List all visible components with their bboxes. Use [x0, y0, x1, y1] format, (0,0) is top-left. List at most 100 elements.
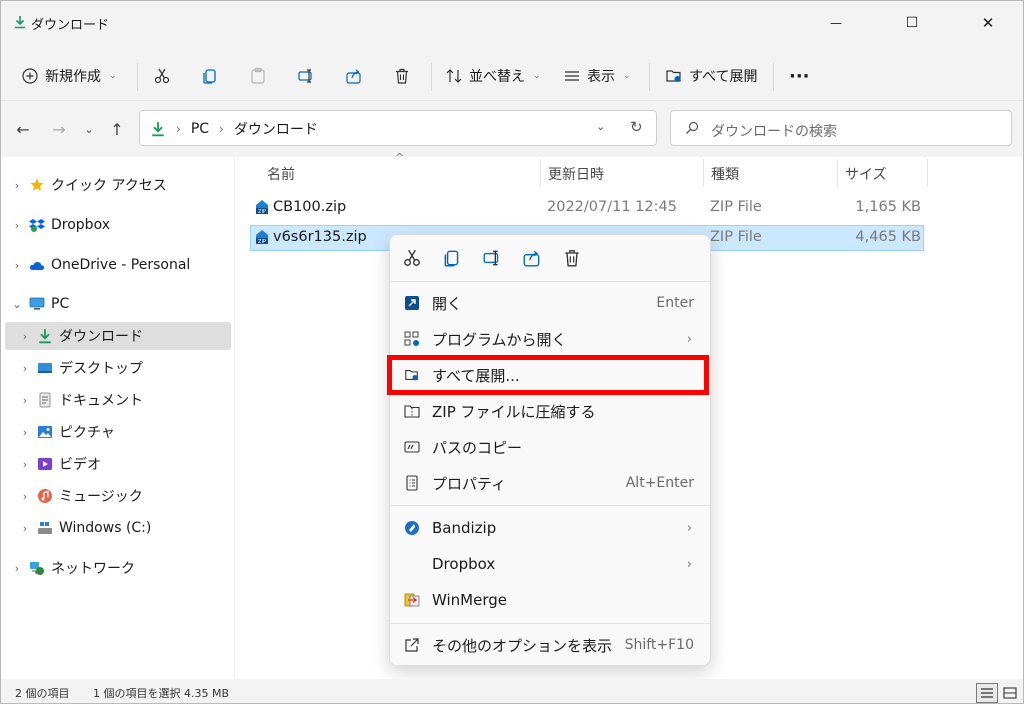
- chevron-right-icon: ›: [14, 561, 20, 575]
- maximize-button[interactable]: ☐: [889, 1, 935, 45]
- chevron-down-icon: ⌄: [84, 122, 94, 136]
- chevron-right-icon: ›: [22, 329, 28, 343]
- zip-file-icon: ZIP: [256, 230, 268, 245]
- share-icon[interactable]: [522, 248, 542, 268]
- recent-locations-button[interactable]: ⌄: [77, 117, 101, 141]
- divider: [773, 63, 774, 91]
- copy-button[interactable]: [201, 61, 219, 91]
- menu-item-dropbox[interactable]: Dropbox ›: [390, 547, 710, 581]
- nav-item-documents[interactable]: › ドキュメント: [19, 386, 143, 414]
- share-button[interactable]: [345, 61, 363, 91]
- file-row[interactable]: ZIP CB100.zip 2022/07/11 12:45 ZIP File …: [250, 195, 924, 221]
- menu-item-open[interactable]: 開く Enter: [390, 286, 710, 320]
- nav-label: Dropbox: [51, 217, 110, 233]
- close-button[interactable]: ✕: [965, 1, 1011, 45]
- chevron-right-icon: ›: [176, 122, 181, 136]
- nav-item-desktop[interactable]: › デスクトップ: [19, 354, 143, 382]
- breadcrumb-pc[interactable]: PC: [191, 121, 209, 137]
- new-label: 新規作成: [45, 69, 101, 85]
- clipboard-icon: [251, 67, 265, 84]
- nav-item-music[interactable]: › ミュージック: [19, 482, 143, 510]
- star-icon: [30, 178, 44, 191]
- scissors-icon[interactable]: [402, 248, 422, 268]
- chevron-right-icon: ›: [14, 218, 20, 232]
- tiles-view-button[interactable]: [999, 683, 1021, 703]
- context-menu: 開く Enter プログラムから開く › すべて展開... ZIP ファイルに圧…: [389, 234, 711, 666]
- nav-item-quick-access[interactable]: › クイック アクセス: [11, 171, 167, 199]
- back-button[interactable]: ←: [11, 117, 35, 141]
- nav-item-videos[interactable]: › ビデオ: [19, 450, 101, 478]
- download-icon: [15, 16, 25, 29]
- nav-label: ダウンロード: [59, 329, 143, 345]
- file-size: 1,165 KB: [855, 199, 921, 215]
- details-view-button[interactable]: [976, 683, 998, 703]
- column-header-size[interactable]: サイズ: [845, 161, 887, 187]
- more-options-button[interactable]: ···: [789, 61, 810, 91]
- nav-label: OneDrive - Personal: [51, 257, 191, 273]
- zip-file-icon: ZIP: [256, 200, 268, 215]
- column-header-modified[interactable]: 更新日時: [548, 161, 604, 187]
- status-item-count: 2 個の項目: [15, 687, 70, 700]
- arrow-right-icon: →: [52, 119, 66, 139]
- chevron-down-icon[interactable]: ⌄: [596, 120, 605, 133]
- menu-item-copy-path[interactable]: パスのコピー: [390, 430, 710, 464]
- minimize-button[interactable]: —: [813, 1, 859, 45]
- chevron-right-icon: ›: [686, 520, 692, 536]
- menu-item-bandizip[interactable]: Bandizip ›: [390, 511, 710, 545]
- share-icon: [346, 69, 361, 84]
- sort-button[interactable]: 並べ替え ⌄: [445, 61, 541, 91]
- new-button[interactable]: 新規作成 ⌄: [21, 61, 117, 91]
- nav-item-onedrive[interactable]: › OneDrive - Personal: [11, 251, 191, 279]
- menu-label: その他のオプションを表示: [432, 636, 613, 655]
- menu-item-compress-zip[interactable]: ZIP ファイルに圧縮する: [390, 394, 710, 428]
- address-bar[interactable]: › PC › ダウンロード ⌄ ↻: [139, 110, 657, 146]
- breadcrumb-downloads[interactable]: ダウンロード: [234, 119, 318, 139]
- chevron-right-icon: ›: [22, 393, 28, 407]
- copy-icon: [203, 69, 216, 84]
- menu-label: WinMerge: [432, 591, 507, 609]
- network-icon: [30, 562, 44, 575]
- menu-item-more-options[interactable]: その他のオプションを表示 Shift+F10: [390, 628, 710, 662]
- open-app-icon: [404, 295, 420, 311]
- nav-item-pictures[interactable]: › ピクチャ: [19, 418, 115, 446]
- menu-item-properties[interactable]: プロパティ Alt+Enter: [390, 466, 710, 500]
- search-box[interactable]: ダウンロードの検索: [670, 110, 1012, 146]
- column-header-name[interactable]: 名前: [267, 161, 295, 187]
- file-name: v6s6r135.zip: [273, 229, 367, 245]
- column-header-type[interactable]: 種類: [711, 161, 739, 187]
- menu-item-open-with[interactable]: プログラムから開く ›: [390, 322, 710, 356]
- menu-label: Bandizip: [432, 519, 497, 537]
- menu-label: パスのコピー: [432, 438, 523, 457]
- menu-item-winmerge[interactable]: WinMerge: [390, 583, 710, 617]
- nav-item-windows-c[interactable]: › Windows (C:): [19, 514, 152, 542]
- refresh-icon[interactable]: ↻: [630, 118, 643, 136]
- arrow-left-icon: ←: [16, 119, 30, 139]
- nav-item-pc[interactable]: ⌄ PC: [11, 290, 69, 318]
- window-title: ダウンロード: [31, 18, 110, 33]
- up-button[interactable]: ↑: [105, 117, 129, 141]
- delete-button[interactable]: [393, 61, 411, 91]
- winmerge-icon: [404, 592, 420, 608]
- drive-icon: [38, 522, 52, 534]
- rename-button[interactable]: [297, 61, 315, 91]
- nav-label: ドキュメント: [59, 393, 143, 409]
- paste-button[interactable]: [249, 61, 267, 91]
- extract-all-button[interactable]: すべて展開: [665, 61, 757, 91]
- nav-item-network[interactable]: › ネットワーク: [11, 554, 135, 582]
- properties-icon: [404, 475, 420, 491]
- chevron-right-icon: ›: [686, 331, 692, 347]
- view-button[interactable]: 表示 ⌄: [563, 61, 631, 91]
- file-size: 4,465 KB: [855, 229, 921, 245]
- nav-item-downloads[interactable]: › ダウンロード: [19, 322, 143, 350]
- trash-icon: [396, 68, 408, 84]
- nav-item-dropbox[interactable]: › Dropbox: [11, 211, 110, 239]
- rename-icon[interactable]: [482, 248, 502, 268]
- forward-button[interactable]: →: [47, 117, 71, 141]
- context-quick-actions: [390, 235, 710, 281]
- search-icon: [686, 121, 699, 134]
- trash-icon[interactable]: [562, 248, 582, 268]
- highlight-box: [387, 355, 709, 395]
- cut-button[interactable]: [153, 61, 171, 91]
- copy-icon[interactable]: [442, 248, 462, 268]
- close-icon: ✕: [981, 14, 995, 32]
